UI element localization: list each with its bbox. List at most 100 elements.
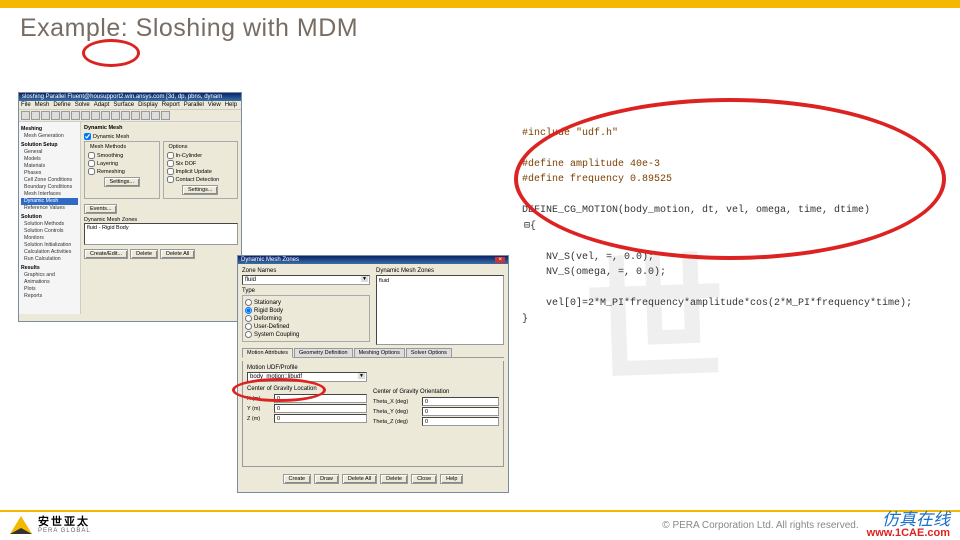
tree-item[interactable]: Solution Controls — [21, 228, 78, 235]
tree-item[interactable]: Phases — [21, 170, 78, 177]
option-checkbox[interactable]: Implicit Update — [167, 168, 235, 175]
slide-title: Example: Sloshing with MDM — [20, 14, 358, 43]
tab[interactable]: Geometry Definition — [294, 348, 353, 357]
mesh-method-checkbox[interactable]: Remeshing — [88, 168, 156, 175]
footer: 安世亚太 PERA GLOBAL © PERA Corporation Ltd.… — [0, 510, 960, 540]
options-group: Options In-CylinderSix DOFImplicit Updat… — [163, 141, 239, 199]
type-radio[interactable]: Stationary — [245, 299, 367, 306]
button[interactable]: Close — [411, 474, 437, 484]
motion-dropdown[interactable]: body_motion::libudf — [247, 372, 367, 382]
menu-parallel[interactable]: Parallel — [184, 102, 204, 108]
tree-item[interactable]: Materials — [21, 163, 78, 170]
tab[interactable]: Solver Options — [406, 348, 452, 357]
tree-header: Meshing — [21, 126, 78, 133]
toolbar — [19, 110, 241, 122]
close-icon[interactable]: × — [495, 257, 505, 263]
dmz-list[interactable]: fluid - Rigid Body — [84, 223, 238, 245]
cg-loc-input[interactable] — [274, 394, 367, 403]
tabs: Motion AttributesGeometry DefinitionMesh… — [242, 348, 504, 358]
cg-loc-field: Y (m) — [247, 404, 367, 413]
button[interactable]: Delete All — [342, 474, 377, 484]
dialog-title: Dynamic Mesh Zones× — [238, 256, 508, 264]
tree-header: Solution Setup — [21, 142, 78, 149]
tree-item[interactable]: Solution Initialization — [21, 242, 78, 249]
logo: 安世亚太 PERA GLOBAL — [10, 516, 91, 534]
option-checkbox[interactable]: Six DOF — [167, 160, 235, 167]
option-checkbox[interactable]: Contact Detection — [167, 176, 235, 183]
cg-ori-input[interactable] — [422, 407, 499, 416]
type-label: Type — [242, 288, 370, 294]
tab[interactable]: Motion Attributes — [242, 348, 293, 358]
menu-view[interactable]: View — [208, 102, 221, 108]
menu-adapt[interactable]: Adapt — [94, 102, 110, 108]
panel-title: Dynamic Mesh — [84, 125, 238, 131]
cae-link-cn: 仿真在线 — [882, 511, 950, 528]
option-checkbox[interactable]: In-Cylinder — [167, 152, 235, 159]
cg-ori-input[interactable] — [422, 397, 499, 406]
menu-file[interactable]: File — [21, 102, 31, 108]
copyright: © PERA Corporation Ltd. All rights reser… — [662, 520, 858, 531]
type-radio[interactable]: System Coupling — [245, 331, 367, 338]
tree-header: Solution — [21, 214, 78, 221]
cg-ori-input[interactable] — [422, 417, 499, 426]
tree-item[interactable]: Boundary Conditions — [21, 184, 78, 191]
menu-report[interactable]: Report — [162, 102, 180, 108]
tree-item[interactable]: Plots — [21, 286, 78, 293]
button[interactable]: Delete All — [160, 249, 195, 259]
dynamic-mesh-zones-dialog: Dynamic Mesh Zones× Zone Names fluid Typ… — [237, 255, 509, 493]
events-button[interactable]: Events... — [84, 204, 117, 214]
tree-item[interactable]: General — [21, 149, 78, 156]
settings-button[interactable]: Settings... — [104, 177, 140, 187]
tree-item[interactable]: Mesh Generation — [21, 133, 78, 140]
type-radio[interactable]: Deforming — [245, 315, 367, 322]
tree-item[interactable]: Reference Values — [21, 205, 78, 212]
menu-surface[interactable]: Surface — [113, 102, 134, 108]
menu-define[interactable]: Define — [53, 102, 70, 108]
button[interactable]: Help — [440, 474, 463, 484]
dmz-listbox[interactable]: fluid — [376, 275, 504, 345]
tree-item[interactable]: Mesh Interfaces — [21, 191, 78, 198]
tree-item[interactable]: Run Calculation — [21, 256, 78, 263]
menu-display[interactable]: Display — [138, 102, 158, 108]
tree-item[interactable]: Calculation Activities — [21, 249, 78, 256]
logo-icon — [10, 516, 32, 534]
code-block: #include "udf.h" #define amplitude 40e-3… — [522, 110, 942, 327]
menu-help[interactable]: Help — [225, 102, 237, 108]
mesh-method-checkbox[interactable]: Layering — [88, 160, 156, 167]
tree-item[interactable]: Monitors — [21, 235, 78, 242]
type-radio[interactable]: Rigid Body — [245, 307, 367, 314]
menu-bar: File MeshDefine Solve AdaptSurface Display Re… — [19, 101, 241, 110]
type-group: StationaryRigid BodyDeformingUser-Define… — [242, 295, 370, 342]
cg-loc-label: Center of Gravity Location — [247, 386, 367, 392]
button[interactable]: Delete — [130, 249, 158, 259]
cg-ori-label: Center of Gravity Orientation — [373, 389, 499, 395]
button[interactable]: Create — [283, 474, 312, 484]
tree-item[interactable]: Dynamic Mesh — [21, 198, 78, 205]
tree-item[interactable]: Models — [21, 156, 78, 163]
highlight-circle-1 — [82, 39, 140, 67]
tree-item[interactable]: Reports — [21, 293, 78, 300]
menu-solve[interactable]: Solve — [75, 102, 90, 108]
settings-button[interactable]: Settings... — [182, 185, 218, 195]
button[interactable]: Create/Edit... — [84, 249, 128, 259]
button[interactable]: Delete — [380, 474, 408, 484]
cg-loc-field: Z (m) — [247, 414, 367, 423]
tree-item[interactable]: Graphics and Animations — [21, 272, 78, 286]
tree-item[interactable]: Solution Methods — [21, 221, 78, 228]
cg-loc-input[interactable] — [274, 414, 367, 423]
button[interactable]: Draw — [314, 474, 339, 484]
menu-mesh[interactable]: Mesh — [35, 102, 50, 108]
cae-link-url: www.1CAE.com — [867, 528, 950, 539]
top-border — [0, 0, 960, 8]
dynamic-mesh-panel: Dynamic Mesh Dynamic Mesh Mesh Methods S… — [81, 122, 241, 314]
type-radio[interactable]: User-Defined — [245, 323, 367, 330]
cg-loc-input[interactable] — [274, 404, 367, 413]
mesh-method-checkbox[interactable]: Smoothing — [88, 152, 156, 159]
dynamic-mesh-checkbox[interactable]: Dynamic Mesh — [84, 133, 238, 140]
window-title: sloshing Parallel Fluent@housupport2.win… — [19, 93, 241, 101]
motion-label: Motion UDF/Profile — [247, 365, 367, 371]
cg-loc-field: X (m) — [247, 394, 367, 403]
tab[interactable]: Meshing Options — [354, 348, 405, 357]
zone-names-dropdown[interactable]: fluid — [242, 275, 370, 285]
tree-item[interactable]: Cell Zone Conditions — [21, 177, 78, 184]
